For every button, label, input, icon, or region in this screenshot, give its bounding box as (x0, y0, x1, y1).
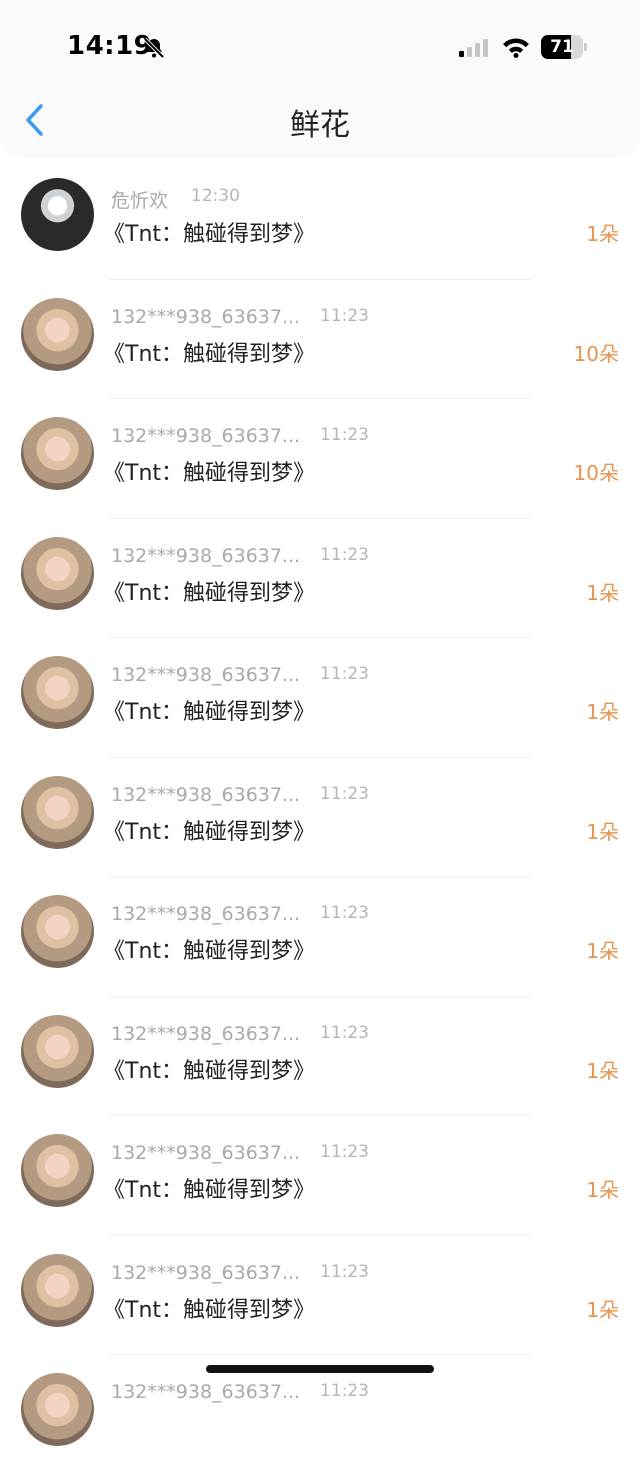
message-text: 《Tnt：触碰得到梦》 (103, 939, 316, 964)
username: 132***938_63637... (111, 783, 301, 806)
flower-count: 1朵 (586, 580, 619, 605)
list-item[interactable]: 132***938_63637... 11:23 《Tnt：触碰得到梦》 1朵 (0, 638, 640, 758)
flower-count: 1朵 (586, 819, 619, 844)
message-text: 《Tnt：触碰得到梦》 (103, 1058, 316, 1084)
status-time: 14:19 (67, 31, 153, 61)
timestamp: 11:23 (320, 1261, 369, 1282)
avatar[interactable] (21, 536, 94, 610)
battery-icon: 71 (541, 35, 589, 59)
username: 132***938_63637... (111, 1381, 301, 1403)
wifi-icon (503, 38, 529, 58)
username: 132***938_63637... (111, 1142, 301, 1164)
top-bar: 14:19 71 鲜花 (0, 0, 640, 155)
timestamp: 11:23 (320, 783, 369, 804)
username: 危忻欢 (111, 190, 169, 212)
flower-list: 危忻欢 12:30 《Tnt：触碰得到梦》 1朵 132***938_63637… (0, 160, 640, 1475)
username: 132***938_63637... (111, 1022, 301, 1045)
list-item[interactable]: 132***938_63637... 11:23 《Tnt：触碰得到梦》 1朵 (0, 758, 640, 877)
list-item[interactable]: 132***938_63637... 11:23 《Tnt：触碰得到梦》 10朵 (0, 399, 640, 519)
message-text: 《Tnt：触碰得到梦》 (103, 1297, 316, 1323)
message-text: 《Tnt：触碰得到梦》 (103, 700, 316, 725)
flower-count: 1朵 (586, 1178, 619, 1202)
list-item[interactable]: 132***938_63637... 11:23 《Tnt：触碰得到梦》 10朵 (0, 280, 640, 399)
timestamp: 11:23 (320, 425, 369, 445)
avatar[interactable] (21, 895, 94, 968)
page-title: 鲜花 (290, 108, 350, 143)
home-indicator[interactable] (206, 1365, 434, 1373)
username: 132***938_63637... (111, 305, 301, 328)
list-item[interactable]: 危忻欢 12:30 《Tnt：触碰得到梦》 1朵 (0, 160, 640, 280)
username: 132***938_63637... (111, 1261, 301, 1284)
avatar[interactable] (21, 1134, 94, 1207)
message-text: 《Tnt：触碰得到梦》 (103, 1178, 316, 1203)
timestamp: 11:23 (320, 544, 369, 565)
list-item[interactable]: 132***938_63637... 11:23 《Tnt：触碰得到梦》 1朵 (0, 997, 640, 1116)
timestamp: 11:23 (320, 903, 369, 923)
timestamp: 11:23 (320, 305, 369, 326)
timestamp: 11:23 (320, 1022, 369, 1043)
cellular-signal-icon (459, 39, 488, 57)
message-text: 《Tnt：触碰得到梦》 (103, 341, 316, 367)
message-text: 《Tnt：触碰得到梦》 (103, 222, 316, 247)
flower-count: 1朵 (586, 1058, 619, 1083)
message-text: 《Tnt：触碰得到梦》 (103, 819, 316, 845)
username: 132***938_63637... (111, 664, 301, 686)
username: 132***938_63637... (111, 544, 301, 567)
timestamp: 11:23 (320, 1381, 369, 1401)
avatar[interactable] (21, 178, 94, 251)
list-item[interactable]: 132***938_63637... 11:23 《Tnt：触碰得到梦》 1朵 (0, 1116, 640, 1236)
flower-count: 1朵 (586, 700, 619, 724)
username: 132***938_63637... (111, 425, 301, 447)
avatar[interactable] (21, 417, 94, 490)
bell-muted-icon (143, 37, 165, 59)
avatar[interactable] (21, 1253, 94, 1327)
list-item[interactable]: 132***938_63637... 11:23 《Tnt：触碰得到梦》 1朵 (0, 877, 640, 997)
avatar[interactable] (21, 1014, 94, 1088)
avatar[interactable] (21, 297, 94, 371)
list-item[interactable]: 132***938_63637... 11:23 《Tnt：触碰得到梦》 1朵 (0, 519, 640, 638)
flower-count: 1朵 (586, 939, 619, 963)
timestamp: 12:30 (191, 186, 240, 206)
avatar[interactable] (21, 656, 94, 729)
flower-count: 10朵 (573, 461, 619, 485)
list-item[interactable]: 132***938_63637... 11:23 《Tnt：触碰得到梦》 1朵 (0, 1236, 640, 1355)
battery-level: 71 (550, 37, 574, 57)
flower-count: 1朵 (586, 222, 619, 246)
flower-count: 10朵 (573, 341, 619, 366)
timestamp: 11:23 (320, 1142, 369, 1162)
timestamp: 11:23 (320, 664, 369, 684)
username: 132***938_63637... (111, 903, 301, 925)
message-text: 《Tnt：触碰得到梦》 (103, 580, 316, 606)
avatar[interactable] (21, 775, 94, 849)
flower-count: 1朵 (586, 1297, 619, 1322)
avatar[interactable] (21, 1373, 94, 1446)
message-text: 《Tnt：触碰得到梦》 (103, 461, 316, 486)
